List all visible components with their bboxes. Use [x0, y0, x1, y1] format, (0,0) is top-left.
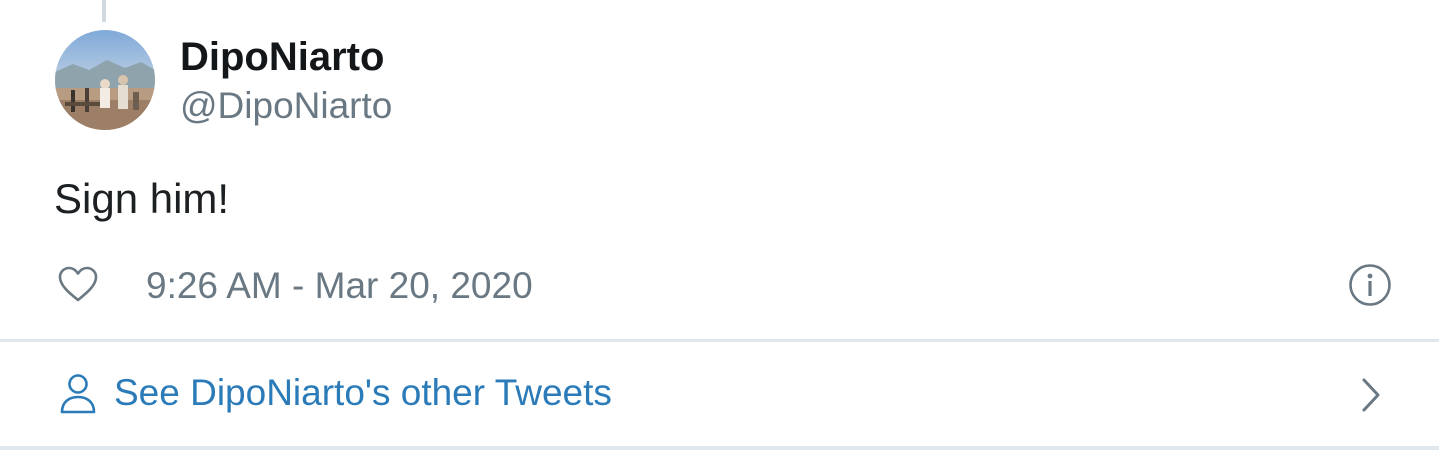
see-other-tweets-link[interactable]: See DipoNiarto's other Tweets [0, 342, 1439, 446]
see-other-tweets-label: See DipoNiarto's other Tweets [114, 372, 612, 413]
thread-connector-line [102, 0, 106, 22]
tweet-timestamp-link[interactable]: 9:26 AM - Mar 20, 2020 [146, 264, 533, 308]
tweet-text: Sign him! [54, 175, 230, 222]
author-handle[interactable]: @DipoNiarto [180, 84, 392, 128]
info-icon[interactable] [1347, 262, 1393, 308]
author-display-name[interactable]: DipoNiarto [180, 34, 384, 80]
chevron-right-icon [1358, 376, 1384, 414]
avatar[interactable] [55, 30, 155, 130]
heart-icon[interactable] [56, 264, 100, 304]
person-icon [58, 372, 98, 416]
avatar-photo [55, 30, 155, 130]
embedded-tweet-card: DipoNiarto @DipoNiarto Sign him! 9:26 AM… [0, 0, 1439, 450]
card-bottom-border [0, 446, 1439, 450]
